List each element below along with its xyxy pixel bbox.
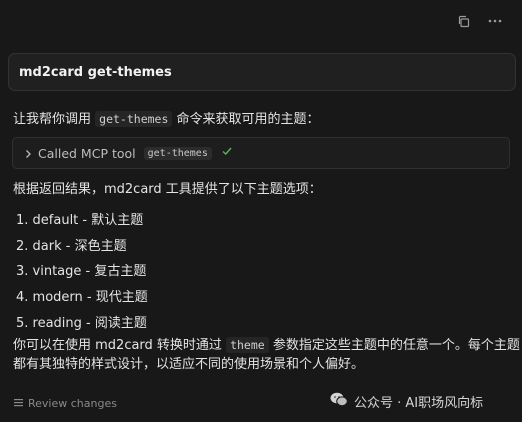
chevron-right-icon [23,144,33,163]
closing-line-2: 都有其独特的样式设计，以适应不同的使用场景和个人偏好。 [13,357,365,372]
more-icon[interactable] [486,12,504,30]
review-changes-label: Review changes [28,397,117,410]
chat-panel: md2card get-themes 让我帮你调用 get-themes 命令来… [0,0,522,422]
user-prompt-text: md2card get-themes [19,64,172,80]
intro-prefix: 让我帮你调用 [13,112,92,127]
check-icon [221,145,233,161]
closing-line-1: 你可以在使用 md2card 转换时通过 theme 参数指定这些主题中的任意一… [13,336,520,355]
user-prompt[interactable]: md2card get-themes [8,53,516,91]
list-item: 4. modern - 现代主题 [16,290,148,306]
tool-name-chip: get-themes [143,146,212,160]
review-changes-button[interactable]: Review changes [14,397,117,410]
closing-prefix: 你可以在使用 md2card 转换时通过 [13,338,222,353]
watermark: 公众号 · AI职场风向标 [330,392,483,411]
top-actions [454,12,504,30]
result-heading: 根据返回结果，md2card 工具提供了以下主题选项： [13,182,322,197]
tool-call-label: Called MCP tool [38,145,136,161]
list-item: 2. dark - 深色主题 [16,238,127,254]
tool-call-card[interactable]: Called MCP tool get-themes [12,137,510,169]
watermark-text: 公众号 · AI职场风向标 [354,396,484,411]
list-item: 5. reading - 阅读主题 [16,315,147,331]
list-item: 1. default - 默认主题 [16,213,144,229]
intro-code: get-themes [95,111,173,127]
review-list-icon [14,397,23,410]
closing-suffix: 参数指定这些主题中的任意一个。每个主题 [272,338,520,353]
wechat-icon [330,392,348,411]
intro-suffix: 命令来获取可用的主题： [176,112,320,127]
assistant-intro: 让我帮你调用 get-themes 命令来获取可用的主题： [13,110,320,129]
closing-code: theme [226,337,269,353]
copy-icon[interactable] [454,12,472,30]
theme-list: 1. default - 默认主题 2. dark - 深色主题 3. vint… [16,206,148,334]
list-item: 3. vintage - 复古主题 [16,264,147,280]
